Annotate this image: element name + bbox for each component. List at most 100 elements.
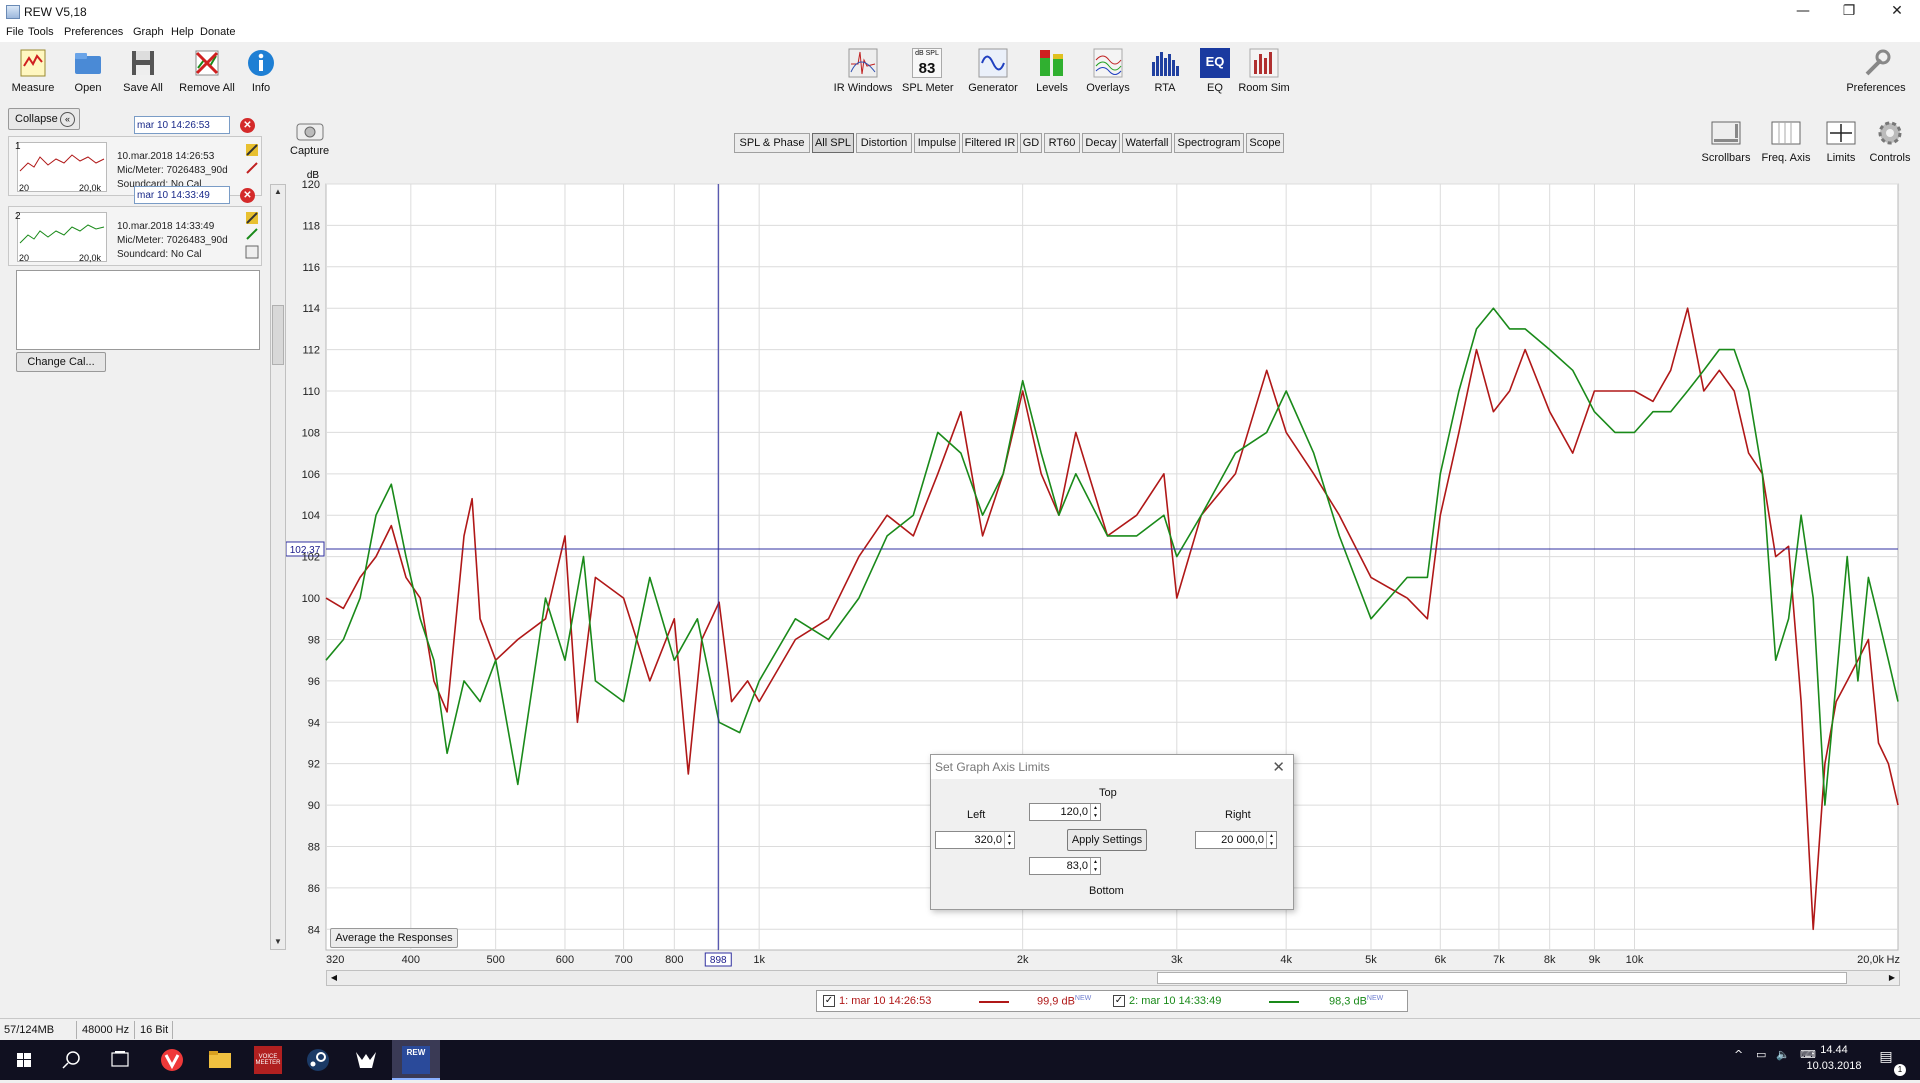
- x-tick-label: 20,0k: [1857, 954, 1884, 966]
- y-tick-label: 114: [302, 303, 320, 315]
- y-tick-label: 94: [308, 717, 320, 729]
- scroll-up-icon[interactable]: ▲: [271, 185, 285, 199]
- sample-rate: 48000 Hz: [82, 1024, 130, 1036]
- spinner-icon[interactable]: ▲ ▼: [1090, 804, 1100, 820]
- scroll-left-icon[interactable]: ◀: [327, 971, 341, 985]
- bottom-limit-input[interactable]: 83,0 ▲ ▼: [1029, 857, 1101, 875]
- cursor-freq-label: 898: [710, 955, 727, 966]
- right-limit-input[interactable]: 20 000,0 ▲ ▼: [1195, 831, 1277, 849]
- right-limit-value: 20 000,0: [1221, 834, 1264, 846]
- y-tick-label: 104: [302, 510, 320, 522]
- y-tick-label: 100: [302, 593, 320, 605]
- tray-chevron-icon[interactable]: ^: [1734, 1048, 1743, 1061]
- spinner-icon[interactable]: ▲ ▼: [1004, 832, 1014, 848]
- y-tick-label: 106: [302, 469, 320, 481]
- spinner-icon[interactable]: ▲ ▼: [1090, 858, 1100, 874]
- x-tick-label: 10k: [1626, 954, 1644, 966]
- taskbar-file-explorer[interactable]: [196, 1040, 244, 1080]
- x-tick-label: 600: [556, 954, 574, 966]
- x-tick-label: 800: [665, 954, 683, 966]
- legend-new-tag-2: NEW: [1366, 995, 1384, 1002]
- x-tick-label: 3k: [1171, 954, 1183, 966]
- clock-date[interactable]: 10.03.2018: [1806, 1060, 1862, 1072]
- y-tick-label: 116: [302, 262, 320, 274]
- dialog-close-icon[interactable]: ✕: [1272, 758, 1285, 776]
- x-tick-label: 700: [614, 954, 632, 966]
- dialog-title: Set Graph Axis Limits: [935, 760, 1050, 774]
- start-icon: [17, 1053, 31, 1067]
- left-limit-input[interactable]: 320,0 ▲ ▼: [935, 831, 1015, 849]
- status-bar: 57/124MB 48000 Hz 16 Bit: [0, 1018, 1920, 1040]
- file-explorer-icon: [209, 1051, 231, 1068]
- y-tick-label: 90: [308, 800, 320, 812]
- rew-icon: REW: [402, 1046, 430, 1074]
- y-unit-label: dB: [307, 170, 320, 181]
- y-tick-label: 84: [308, 924, 320, 936]
- app-icon: [356, 1052, 376, 1068]
- notification-count: 1: [1894, 1064, 1906, 1076]
- y-tick-label: 96: [308, 676, 320, 688]
- vertical-scroll-thumb[interactable]: [272, 305, 284, 365]
- legend-name-1: 1: mar 10 14:26:53: [839, 995, 932, 1007]
- legend-value-1: 99,9 dBNEW: [1037, 995, 1092, 1008]
- bottom-label: Bottom: [1089, 885, 1124, 897]
- x-tick-labels: 320 400 500 600 700 800 1k 2k 3k 4k 5k 6k 7k 8k 9k 10k 2…: [326, 954, 1900, 966]
- axis-limits-dialog: Set Graph Axis Limits ✕ Top Left Right 1…: [930, 754, 1294, 910]
- vertical-scrollbar[interactable]: ▲ ▼: [270, 184, 286, 950]
- start-button[interactable]: [0, 1040, 48, 1080]
- taskbar-search-button[interactable]: [48, 1040, 96, 1080]
- legend-checkbox-1[interactable]: ✓: [823, 995, 835, 1007]
- clock-time[interactable]: 14.44: [1806, 1044, 1862, 1056]
- taskbar: VOICE MEETER REW ^ ▭ 🔈 ⌨ 14.44 10.03.201…: [0, 1040, 1920, 1080]
- legend-checkbox-2[interactable]: ✓: [1113, 995, 1125, 1007]
- network-icon[interactable]: ▭: [1756, 1048, 1766, 1061]
- vivaldi-icon: [161, 1049, 183, 1071]
- x-tick-label: 7k: [1493, 954, 1505, 966]
- x-tick-label: 400: [402, 954, 420, 966]
- taskbar-rew[interactable]: REW: [392, 1040, 440, 1080]
- x-tick-label: 4k: [1280, 954, 1292, 966]
- dialog-title-bar: Set Graph Axis Limits ✕: [931, 755, 1293, 779]
- x-tick-label: 8k: [1544, 954, 1556, 966]
- search-icon: [62, 1051, 80, 1069]
- bit-depth: 16 Bit: [140, 1024, 169, 1036]
- apply-settings-button[interactable]: Apply Settings: [1067, 829, 1147, 851]
- legend-swatch-1: [979, 1001, 1009, 1003]
- scroll-right-icon[interactable]: ▶: [1885, 971, 1899, 985]
- status-separator: [76, 1021, 77, 1039]
- memory-usage: 57/124MB: [4, 1024, 55, 1036]
- taskbar-vivaldi[interactable]: [148, 1040, 196, 1080]
- spinner-icon[interactable]: ▲ ▼: [1266, 832, 1276, 848]
- x-tick-label: 500: [486, 954, 504, 966]
- legend-swatch-2: [1269, 1001, 1299, 1003]
- top-limit-input[interactable]: 120,0 ▲ ▼: [1029, 803, 1101, 821]
- x-unit-label: Hz: [1887, 954, 1900, 966]
- volume-icon[interactable]: 🔈: [1776, 1048, 1790, 1061]
- scroll-down-icon[interactable]: ▼: [271, 935, 285, 949]
- x-tick-label: 5k: [1365, 954, 1377, 966]
- y-tick-label: 118: [302, 220, 320, 232]
- y-tick-label: 112: [302, 345, 320, 357]
- x-tick-label: 2k: [1017, 954, 1029, 966]
- bottom-limit-value: 83,0: [1066, 860, 1088, 872]
- legend: ✓ 1: mar 10 14:26:53 99,9 dBNEW ✓ 2: mar…: [816, 990, 1408, 1012]
- horizontal-scrollbar[interactable]: ◀ ▶: [326, 970, 1900, 986]
- taskbar-voicemeeter[interactable]: VOICE MEETER: [244, 1040, 292, 1080]
- steam-icon: [307, 1049, 329, 1071]
- average-responses-button[interactable]: Average the Responses: [330, 928, 458, 948]
- x-tick-label: 320: [326, 954, 344, 966]
- left-limit-value: 320,0: [974, 834, 1002, 846]
- left-label: Left: [967, 809, 986, 821]
- legend-value-2: 98,3 dBNEW: [1329, 995, 1384, 1008]
- right-label: Right: [1225, 809, 1251, 821]
- horizontal-scroll-thumb[interactable]: [1157, 972, 1847, 984]
- status-separator: [134, 1021, 135, 1039]
- taskbar-steam[interactable]: [294, 1040, 342, 1080]
- y-tick-label: 98: [308, 634, 320, 646]
- voicemeeter-icon: VOICE MEETER: [254, 1046, 282, 1074]
- taskbar-app[interactable]: [342, 1040, 390, 1080]
- y-tick-label: 108: [302, 427, 320, 439]
- y-tick-label: 102: [302, 552, 320, 564]
- legend-name-2: 2: mar 10 14:33:49: [1129, 995, 1222, 1007]
- task-view-button[interactable]: [96, 1040, 144, 1080]
